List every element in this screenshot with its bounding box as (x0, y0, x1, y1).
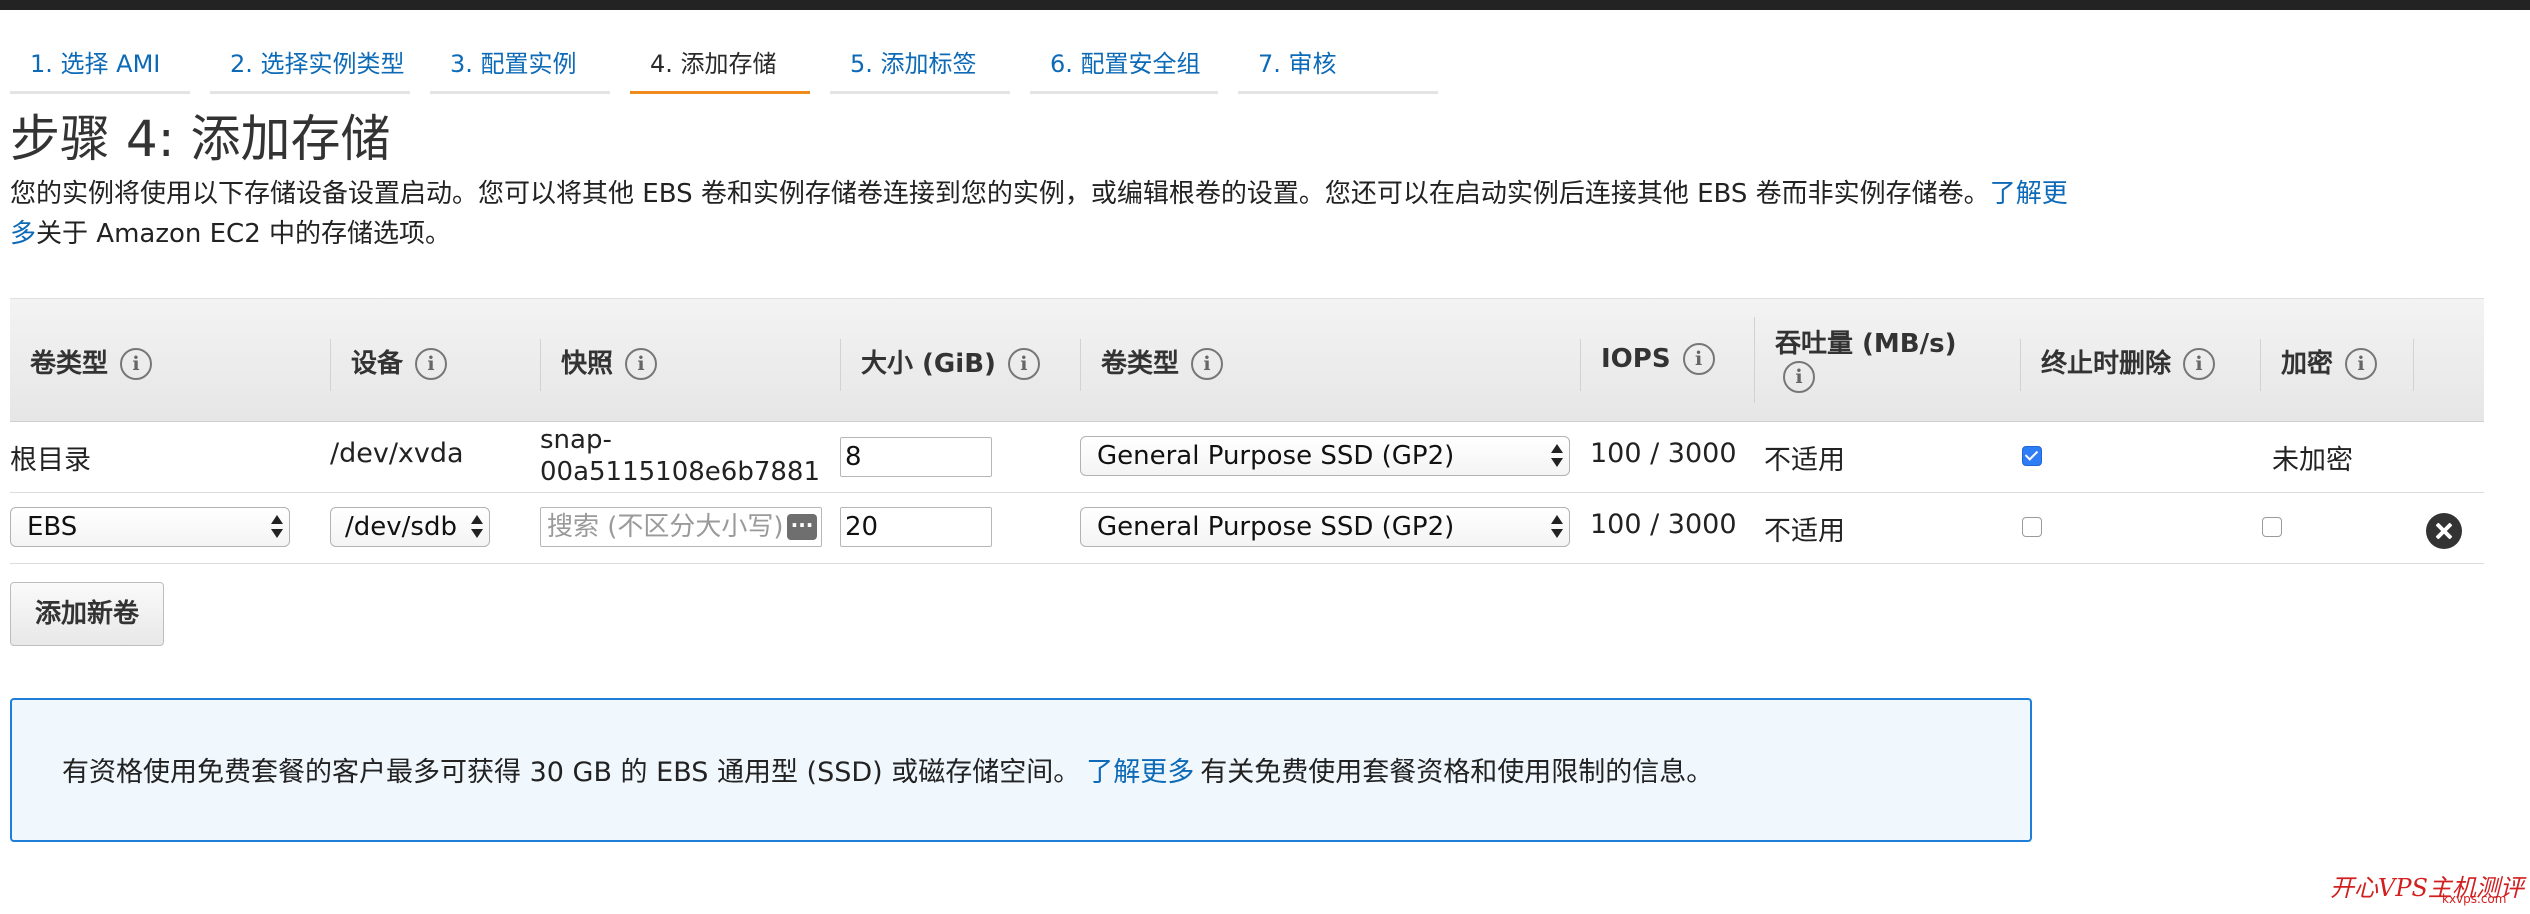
header-label: IOPS (1601, 344, 1671, 374)
info-icon[interactable]: i (625, 348, 658, 380)
tab-choose-ami[interactable]: 1. 选择 AMI (10, 40, 190, 94)
notice-text: 有资格使用免费套餐的客户最多可获得 30 GB 的 EBS 通用型 (SSD) … (62, 750, 1713, 789)
device-select[interactable]: /dev/sdb (330, 507, 490, 547)
volume-type-select-ebs-kind[interactable]: General Purpose SSD (GP2) (1080, 507, 1570, 547)
encryption-checkbox-ebs[interactable] (2262, 517, 2282, 537)
size-input-ebs[interactable]: 20 (840, 507, 992, 547)
device-selected: /dev/sdb (345, 512, 457, 542)
encryption-value: 未加密 (2272, 445, 2353, 476)
delete-on-termination-checkbox-root[interactable] (2022, 446, 2042, 466)
volume-type-select-root[interactable]: General Purpose SSD (GP2) (1080, 436, 1570, 476)
tab-label: 3. 配置实例 (450, 50, 577, 78)
tab-label: 7. 审核 (1258, 50, 1337, 78)
info-icon[interactable]: i (1191, 348, 1224, 380)
header-label: 终止时删除 (2041, 349, 2172, 379)
header-label: 设备 (351, 349, 404, 379)
header-label: 大小 (GiB) (861, 349, 996, 379)
wizard-tabs: 1. 选择 AMI 2. 选择实例类型 3. 配置实例 4. 添加存储 5. 添… (10, 40, 1458, 94)
volume-type-selected: General Purpose SSD (GP2) (1097, 441, 1455, 471)
info-icon[interactable]: i (1783, 361, 1815, 393)
table-row-ebs: EBS /dev/sdb 搜索 (不区分大小写) ··· 20 General … (10, 493, 2484, 564)
info-icon[interactable]: i (2345, 348, 2378, 380)
select-arrows-icon (1551, 442, 1563, 470)
header-throughput: 吞吐量 (MB/s) i (1754, 317, 2020, 403)
iops-value: 100 / 3000 (1590, 509, 1737, 540)
header-encryption: 加密 i (2260, 339, 2414, 391)
header-device: 设备 i (330, 339, 540, 391)
header-label: 快照 (561, 349, 614, 379)
header-iops: IOPS i (1580, 339, 1754, 391)
description-text: 您的实例将使用以下存储设备设置启动。您可以将其他 EBS 卷和实例存储卷连接到您… (10, 179, 1990, 209)
volume-type-select-ebs[interactable]: EBS (10, 507, 290, 547)
notice-learn-more-link[interactable]: 了解更多 (1086, 757, 1194, 788)
select-arrows-icon (271, 513, 283, 541)
info-icon[interactable]: i (2183, 348, 2216, 380)
delete-on-termination-checkbox-ebs[interactable] (2022, 517, 2042, 537)
info-icon[interactable]: i (415, 348, 448, 380)
notice-text-after: 有关免费使用套餐资格和使用限制的信息。 (1200, 757, 1714, 788)
watermark-url: kxvps.com (2442, 892, 2507, 906)
free-tier-notice: 有资格使用免费套餐的客户最多可获得 30 GB 的 EBS 通用型 (SSD) … (10, 698, 2032, 842)
iops-value: 100 / 3000 (1590, 438, 1737, 469)
header-label: 卷类型 (30, 349, 109, 379)
info-icon[interactable]: i (120, 348, 153, 380)
header-size: 大小 (GiB) i (840, 339, 1080, 391)
tab-choose-instance-type[interactable]: 2. 选择实例类型 (210, 40, 410, 94)
ellipsis-icon[interactable]: ··· (787, 514, 817, 540)
snapshot-search-input[interactable]: 搜索 (不区分大小写) ··· (540, 507, 822, 547)
storage-table: 卷类型 i 设备 i 快照 i 大小 (GiB) i 卷类型 i IOPS i 吞吐量 (M… (10, 298, 2484, 564)
info-icon[interactable]: i (1007, 348, 1040, 380)
tab-label: 1. 选择 AMI (30, 50, 161, 78)
header-label: 卷类型 (1101, 349, 1180, 379)
tab-review[interactable]: 7. 审核 (1238, 40, 1438, 94)
remove-circle-icon[interactable] (2426, 513, 2462, 549)
select-arrows-icon (1551, 513, 1563, 541)
header-volume-type: 卷类型 i (10, 299, 330, 421)
tab-label: 5. 添加标签 (850, 50, 977, 78)
table-header: 卷类型 i 设备 i 快照 i 大小 (GiB) i 卷类型 i IOPS i 吞吐量 (M… (10, 298, 2484, 422)
page-description: 您的实例将使用以下存储设备设置启动。您可以将其他 EBS 卷和实例存储卷连接到您… (10, 174, 2070, 254)
throughput-value: 不适用 (1764, 445, 1845, 476)
notice-text-before: 有资格使用免费套餐的客户最多可获得 30 GB 的 EBS 通用型 (SSD) … (62, 757, 1081, 788)
size-input-root[interactable]: 8 (840, 437, 992, 477)
volume-type-selected: General Purpose SSD (GP2) (1097, 512, 1455, 542)
select-arrows-icon (471, 513, 483, 541)
tab-configure-instance[interactable]: 3. 配置实例 (430, 40, 610, 94)
info-icon[interactable]: i (1682, 343, 1715, 375)
header-volume-kind: 卷类型 i (1080, 339, 1580, 391)
device-value: /dev/xvda (330, 438, 464, 469)
snapshot-search-placeholder: 搜索 (不区分大小写) (547, 512, 784, 542)
tab-label: 2. 选择实例类型 (230, 50, 405, 78)
table-row-root: 根目录 /dev/xvda snap-00a5115108e6b7881 8 G… (10, 422, 2484, 493)
header-delete-on-termination: 终止时删除 i (2020, 339, 2260, 391)
header-snapshot: 快照 i (540, 339, 840, 391)
header-label: 吞吐量 (MB/s) (1775, 329, 1957, 359)
tab-add-storage[interactable]: 4. 添加存储 (630, 40, 810, 94)
tab-configure-security-group[interactable]: 6. 配置安全组 (1030, 40, 1218, 94)
header-label: 加密 (2281, 349, 2334, 379)
top-bar (0, 0, 2530, 10)
tab-label: 4. 添加存储 (650, 50, 777, 78)
add-volume-button[interactable]: 添加新卷 (10, 582, 164, 646)
description-text-tail: 关于 Amazon EC2 中的存储选项。 (36, 219, 452, 249)
throughput-value: 不适用 (1764, 516, 1845, 547)
page-title: 步骤 4: 添加存储 (10, 110, 391, 168)
volume-type-value: 根目录 (10, 445, 91, 476)
volume-type-selected: EBS (27, 512, 78, 542)
snapshot-value: snap-00a5115108e6b7881 (540, 425, 821, 487)
tab-add-tags[interactable]: 5. 添加标签 (830, 40, 1010, 94)
tab-label: 6. 配置安全组 (1050, 50, 1201, 78)
